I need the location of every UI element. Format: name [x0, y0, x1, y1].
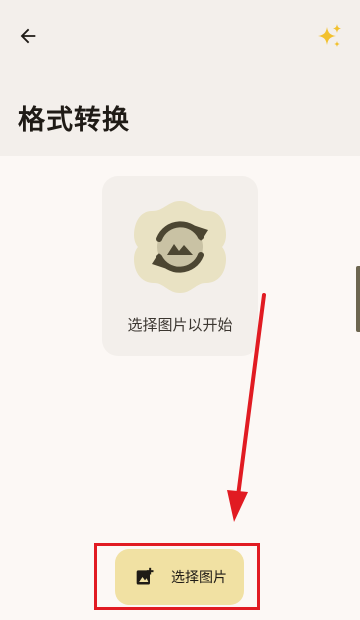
page-title: 格式转换	[18, 105, 130, 136]
sparkles-icon	[318, 24, 341, 47]
arrow-left-icon	[20, 28, 36, 44]
select-image-label: 选择图片	[171, 570, 227, 586]
back-button[interactable]	[14, 22, 42, 50]
add-photo-icon	[135, 567, 155, 587]
scroll-indicator	[356, 266, 360, 332]
magic-button[interactable]	[312, 20, 346, 54]
image-sync-icon	[134, 201, 226, 293]
select-image-button[interactable]: 选择图片	[115, 549, 244, 605]
app-bar: 格式转换	[0, 0, 360, 156]
empty-state-text: 选择图片以开始	[127, 316, 233, 334]
